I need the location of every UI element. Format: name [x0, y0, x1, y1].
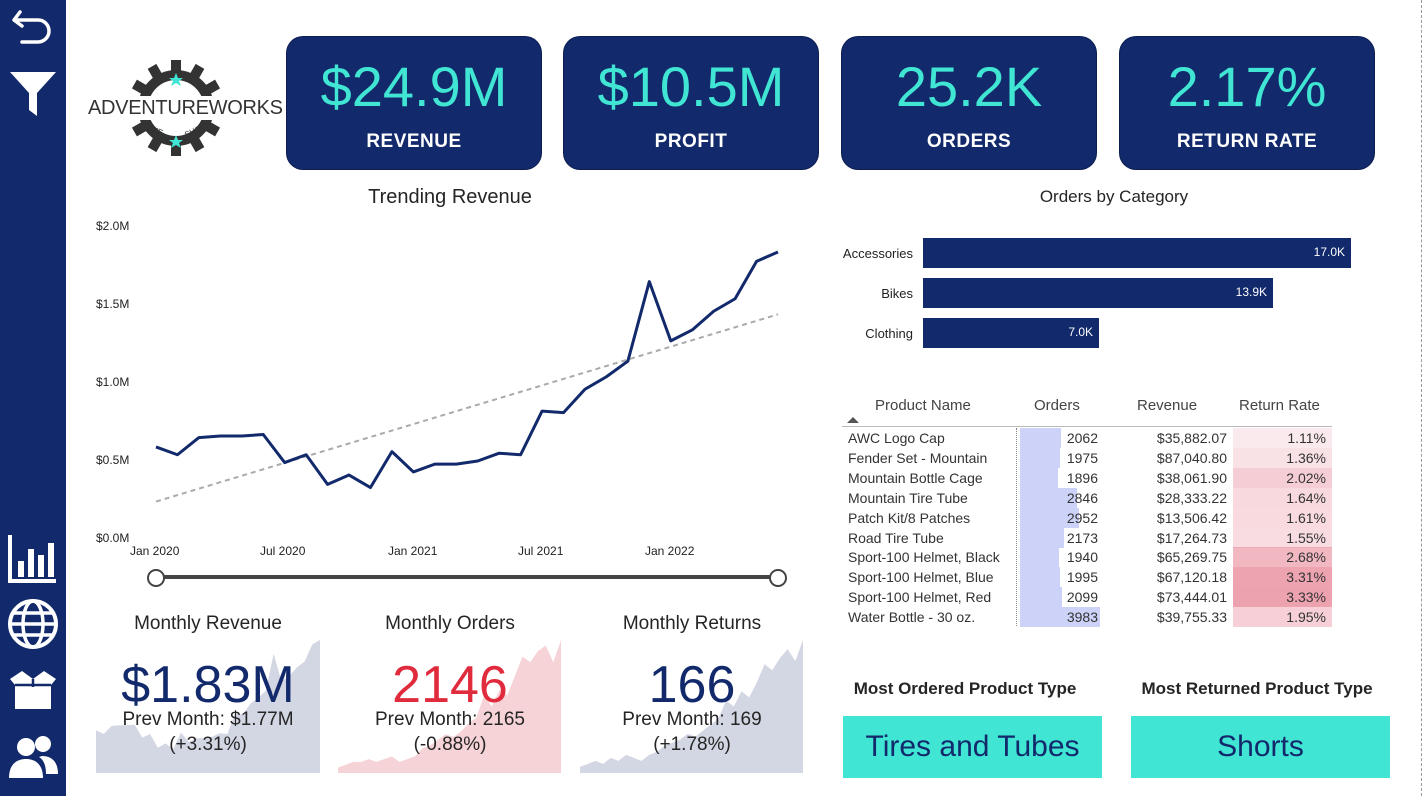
kpi-value: 2.17% [1167, 55, 1327, 118]
table-row[interactable]: Fender Set - Mountain 1975 $87,040.80 1.36% [842, 447, 1332, 468]
cell-orders: 2173 [1066, 529, 1098, 546]
cell-orders: 1995 [1066, 569, 1098, 586]
cell-return-rate: 1.36% [1286, 449, 1326, 466]
column-header-revenue[interactable]: Revenue [1137, 397, 1197, 414]
table-row[interactable]: Sport-100 Helmet, Red 2099 $73,444.01 3.33% [842, 587, 1332, 608]
sort-ascending-icon[interactable] [847, 416, 859, 424]
cell-return-rate: 1.61% [1286, 509, 1326, 526]
category-bar[interactable]: 7.0K [923, 318, 1099, 348]
kpi-label: ORDERS [926, 131, 1012, 152]
bar-value-label: 7.0K [1068, 325, 1093, 339]
monthly-orders-value: 2146 [392, 656, 508, 714]
cell-revenue: $17,264.73 [1156, 529, 1227, 546]
cell-revenue: $65,269.75 [1156, 549, 1227, 566]
category-bar[interactable]: 17.0K [923, 238, 1351, 268]
table-row[interactable]: Sport-100 Helmet, Black 1940 $65,269.75 2.6… [842, 547, 1332, 568]
cell-revenue: $35,882.07 [1156, 430, 1227, 446]
column-header-return-rate[interactable]: Return Rate [1239, 397, 1320, 414]
monthly-returns-prev: Prev Month: 169 [622, 709, 762, 730]
monthly-orders-prev: Prev Month: 2165 [375, 709, 525, 730]
cell-product-name: Fender Set - Mountain [848, 449, 988, 466]
cell-orders: 2099 [1066, 589, 1098, 606]
cell-return-rate: 1.64% [1286, 489, 1326, 506]
most-returned-type-value: Shorts [1217, 730, 1304, 763]
monthly-revenue-value: $1.83M [121, 656, 295, 714]
monthly-returns-value: 166 [648, 656, 736, 714]
table-row[interactable]: Patch Kit/8 Patches 2952 $13,506.42 1.61% [842, 507, 1332, 528]
cell-revenue: $67,120.18 [1156, 569, 1227, 586]
cell-orders: 2952 [1066, 509, 1098, 526]
category-chart-title: Orders by Category [1039, 187, 1189, 206]
bar-value-label: 13.9K [1235, 285, 1267, 299]
table-row[interactable]: Water Bottle - 30 oz. 3983 $39,755.33 1.95% [842, 607, 1332, 628]
cell-return-rate: 3.33% [1286, 589, 1326, 606]
cell-product-name: Water Bottle - 30 oz. [848, 609, 976, 626]
monthly-returns-title: Monthly Returns [622, 613, 762, 634]
cell-return-rate: 1.55% [1286, 529, 1326, 546]
monthly-returns-change: (+1.78%) [653, 734, 731, 755]
most-ordered-type-title: Most Ordered Product Type [853, 679, 1077, 698]
cell-orders: 1940 [1066, 549, 1098, 566]
cell-orders: 3983 [1066, 609, 1098, 626]
category-bar[interactable]: 13.9K [923, 278, 1273, 308]
cell-return-rate: 1.95% [1286, 609, 1326, 626]
cell-orders: 1896 [1066, 469, 1098, 486]
kpi-card-orders[interactable]: 25.2K ORDERS [842, 37, 1096, 169]
cell-product-name: Mountain Tire Tube [848, 489, 968, 506]
column-header-orders[interactable]: Orders [1034, 397, 1080, 414]
cell-product-name: Sport-100 Helmet, Blue [848, 569, 994, 586]
monthly-revenue-prev: Prev Month: $1.77M [122, 709, 294, 730]
cell-orders: 2062 [1066, 430, 1098, 446]
cell-return-rate: 1.11% [1287, 430, 1326, 446]
cell-product-name: Mountain Bottle Cage [848, 469, 983, 486]
cell-return-rate: 2.68% [1286, 549, 1326, 566]
monthly-revenue-change: (+3.31%) [169, 734, 247, 755]
cell-return-rate: 3.31% [1286, 569, 1326, 586]
kpi-card-return-rate[interactable]: 2.17% RETURN RATE [1120, 37, 1374, 169]
monthly-revenue-title: Monthly Revenue [134, 613, 282, 634]
cell-return-rate: 2.02% [1286, 469, 1326, 486]
monthly-orders-change: (-0.88%) [413, 734, 487, 755]
monthly-orders-title: Monthly Orders [385, 613, 515, 634]
cell-revenue: $73,444.01 [1156, 589, 1227, 606]
cell-product-name: Patch Kit/8 Patches [848, 509, 971, 526]
most-ordered-type-card[interactable]: Tires and Tubes [843, 716, 1102, 778]
cell-orders: 2846 [1066, 489, 1098, 506]
cell-product-name: Road Tire Tube [848, 529, 944, 546]
cell-revenue: $28,333.22 [1156, 489, 1227, 506]
most-returned-type-card[interactable]: Shorts [1131, 716, 1390, 778]
column-header-product-name[interactable]: Product Name [875, 397, 971, 414]
cell-revenue: $13,506.42 [1156, 509, 1227, 526]
table-header-divider [842, 426, 1332, 427]
most-returned-type-title: Most Returned Product Type [1141, 679, 1373, 698]
cell-product-name: AWC Logo Cap [848, 430, 945, 446]
table-row[interactable]: Mountain Bottle Cage 1896 $38,061.90 2.02% [842, 467, 1332, 488]
most-ordered-type-value: Tires and Tubes [865, 730, 1080, 763]
cell-product-name: Sport-100 Helmet, Red [848, 589, 992, 606]
kpi-label: RETURN RATE [1176, 131, 1318, 152]
table-row[interactable]: Mountain Tire Tube 2846 $28,333.22 1.64% [842, 487, 1332, 508]
bar-value-label: 17.0K [1313, 245, 1345, 259]
table-row[interactable]: AWC Logo Cap 2062 $35,882.07 1.11% [842, 428, 1332, 448]
cell-revenue: $38,061.90 [1156, 469, 1227, 486]
kpi-value: 25.2K [895, 55, 1043, 118]
cell-product-name: Sport-100 Helmet, Black [848, 549, 1000, 566]
table-row[interactable]: Sport-100 Helmet, Blue 1995 $67,120.18 3.31… [842, 567, 1332, 588]
cell-orders: 1975 [1066, 449, 1098, 466]
cell-revenue: $87,040.80 [1156, 449, 1227, 466]
cell-revenue: $39,755.33 [1156, 609, 1227, 626]
table-row[interactable]: Road Tire Tube 2173 $17,264.73 1.55% [842, 527, 1332, 548]
